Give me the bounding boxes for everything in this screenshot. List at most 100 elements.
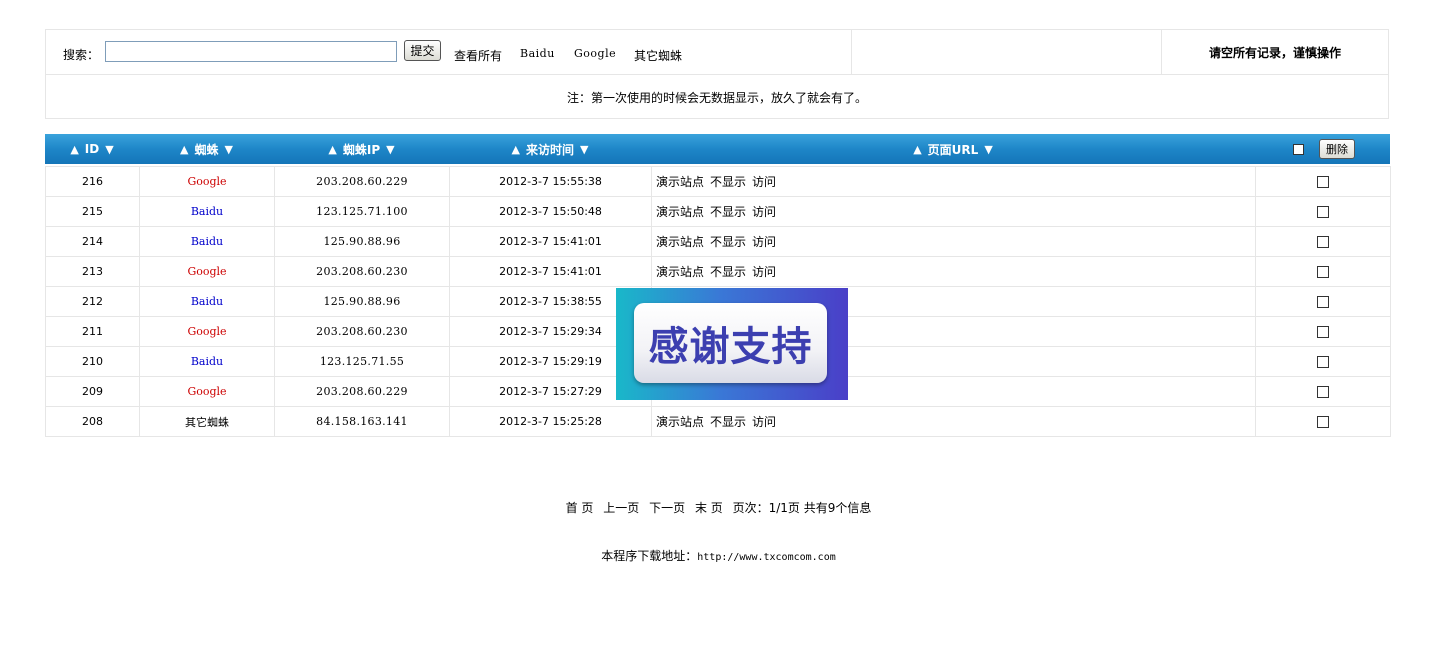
sort-down-icon[interactable]: ▼ bbox=[984, 143, 992, 156]
view-all-link[interactable]: 查看所有 bbox=[454, 47, 502, 64]
cell-spider: Baidu bbox=[139, 196, 275, 227]
row-checkbox[interactable] bbox=[1317, 356, 1329, 368]
site-name: 演示站点 bbox=[656, 265, 705, 279]
cell-id: 208 bbox=[45, 406, 140, 437]
table-header: ▲ ID ▼ ▲ 蜘蛛 ▼ ▲ 蜘蛛IP ▼ ▲ 来访时间 ▼ ▲ 页面URL … bbox=[45, 134, 1390, 164]
sort-up-icon[interactable]: ▲ bbox=[512, 143, 520, 156]
cell-select bbox=[1255, 196, 1391, 227]
sort-down-icon[interactable]: ▼ bbox=[225, 143, 233, 156]
row-checkbox[interactable] bbox=[1317, 386, 1329, 398]
sort-down-icon[interactable]: ▼ bbox=[386, 143, 394, 156]
site-name: 演示站点 bbox=[656, 235, 705, 249]
row-checkbox[interactable] bbox=[1317, 296, 1329, 308]
cell-time: 2012-3-7 15:41:01 bbox=[449, 256, 652, 287]
row-checkbox[interactable] bbox=[1317, 416, 1329, 428]
sort-down-icon[interactable]: ▼ bbox=[580, 143, 588, 156]
select-all-checkbox[interactable] bbox=[1293, 144, 1304, 155]
google-filter-link[interactable]: Google bbox=[574, 47, 616, 60]
row-checkbox[interactable] bbox=[1317, 206, 1329, 218]
site-name: 演示站点 bbox=[656, 175, 705, 189]
hide-link[interactable]: 不显示 bbox=[710, 175, 746, 189]
cell-spider: Google bbox=[139, 166, 275, 197]
cell-time: 2012-3-7 15:50:48 bbox=[449, 196, 652, 227]
sort-up-icon[interactable]: ▲ bbox=[70, 143, 78, 156]
cell-ip: 125.90.88.96 bbox=[274, 286, 450, 317]
header-id[interactable]: ▲ ID ▼ bbox=[45, 134, 139, 164]
cell-select bbox=[1255, 286, 1391, 317]
cell-ip: 203.208.60.229 bbox=[274, 376, 450, 407]
visit-link[interactable]: 访问 bbox=[752, 265, 776, 279]
cell-select bbox=[1255, 226, 1391, 257]
cell-id: 216 bbox=[45, 166, 140, 197]
first-page-link[interactable]: 首 页 bbox=[566, 501, 594, 515]
other-spider-filter-link[interactable]: 其它蜘蛛 bbox=[634, 47, 682, 64]
header-page-url[interactable]: ▲ 页面URL ▼ bbox=[651, 134, 1255, 164]
search-input[interactable] bbox=[105, 41, 397, 62]
next-page-link[interactable]: 下一页 bbox=[649, 501, 685, 515]
filter-panel: 搜索： 提交 查看所有 Baidu Google 其它蜘蛛 请空所有记录，谨慎操… bbox=[45, 29, 1389, 119]
cell-select bbox=[1255, 166, 1391, 197]
cell-spider: Google bbox=[139, 256, 275, 287]
row-checkbox[interactable] bbox=[1317, 176, 1329, 188]
cell-spider: Baidu bbox=[139, 346, 275, 377]
header-visit-time[interactable]: ▲ 来访时间 ▼ bbox=[449, 134, 651, 164]
sort-up-icon[interactable]: ▲ bbox=[328, 143, 336, 156]
cell-select bbox=[1255, 256, 1391, 287]
download-label: 本程序下载地址： bbox=[601, 549, 698, 563]
cell-spider: Baidu bbox=[139, 226, 275, 257]
sort-up-icon[interactable]: ▲ bbox=[913, 143, 921, 156]
clear-all-link[interactable]: 请空所有记录，谨慎操作 bbox=[1162, 30, 1388, 74]
cell-ip: 203.208.60.229 bbox=[274, 166, 450, 197]
cell-id: 211 bbox=[45, 316, 140, 347]
table-row: 216 Google 203.208.60.229 2012-3-7 15:55:38… bbox=[45, 166, 1391, 197]
cell-id: 213 bbox=[45, 256, 140, 287]
site-name: 演示站点 bbox=[656, 415, 705, 429]
visit-link[interactable]: 访问 bbox=[752, 205, 776, 219]
hide-link[interactable]: 不显示 bbox=[710, 415, 746, 429]
header-spider-ip[interactable]: ▲ 蜘蛛IP ▼ bbox=[274, 134, 449, 164]
table-row: 208 其它蜘蛛 84.158.163.141 2012-3-7 15:25:28 演示… bbox=[45, 406, 1391, 437]
last-page-link[interactable]: 末 页 bbox=[695, 501, 723, 515]
cell-time: 2012-3-7 15:25:28 bbox=[449, 406, 652, 437]
visit-link[interactable]: 访问 bbox=[752, 175, 776, 189]
pagination: 首 页 上一页 下一页 末 页 页次：1/1页 共有9个信息 bbox=[0, 499, 1437, 516]
delete-button[interactable]: 删除 bbox=[1319, 139, 1355, 159]
hide-link[interactable]: 不显示 bbox=[710, 235, 746, 249]
cell-id: 209 bbox=[45, 376, 140, 407]
header-spider[interactable]: ▲ 蜘蛛 ▼ bbox=[139, 134, 274, 164]
row-checkbox[interactable] bbox=[1317, 326, 1329, 338]
cell-url: 演示站点 不显示 访问 bbox=[651, 196, 1256, 227]
download-url-link[interactable]: http://www.txcomcom.com bbox=[697, 552, 835, 563]
cell-ip: 203.208.60.230 bbox=[274, 316, 450, 347]
cell-ip: 84.158.163.141 bbox=[274, 406, 450, 437]
cell-select bbox=[1255, 376, 1391, 407]
table-row: 215 Baidu 123.125.71.100 2012-3-7 15:50:48 演… bbox=[45, 196, 1391, 227]
cell-select bbox=[1255, 316, 1391, 347]
row-checkbox[interactable] bbox=[1317, 236, 1329, 248]
sort-up-icon[interactable]: ▲ bbox=[180, 143, 188, 156]
search-cell: 搜索： 提交 查看所有 Baidu Google 其它蜘蛛 bbox=[46, 30, 852, 74]
cell-ip: 123.125.71.100 bbox=[274, 196, 450, 227]
cell-spider: Google bbox=[139, 376, 275, 407]
thanks-overlay: 感谢支持 bbox=[616, 288, 848, 400]
cell-spider: 其它蜘蛛 bbox=[139, 406, 275, 437]
site-name: 演示站点 bbox=[656, 205, 705, 219]
cell-time: 2012-3-7 15:55:38 bbox=[449, 166, 652, 197]
sort-down-icon[interactable]: ▼ bbox=[105, 143, 113, 156]
visit-link[interactable]: 访问 bbox=[752, 415, 776, 429]
cell-ip: 203.208.60.230 bbox=[274, 256, 450, 287]
cell-url: 演示站点 不显示 访问 bbox=[651, 406, 1256, 437]
baidu-filter-link[interactable]: Baidu bbox=[520, 47, 555, 60]
visit-link[interactable]: 访问 bbox=[752, 235, 776, 249]
filter-row: 搜索： 提交 查看所有 Baidu Google 其它蜘蛛 请空所有记录，谨慎操… bbox=[46, 30, 1388, 75]
hide-link[interactable]: 不显示 bbox=[710, 265, 746, 279]
footer: 本程序下载地址：http://www.txcomcom.com bbox=[0, 547, 1437, 564]
prev-page-link[interactable]: 上一页 bbox=[603, 501, 639, 515]
submit-button[interactable]: 提交 bbox=[404, 40, 441, 61]
usage-note: 注：第一次使用的时候会无数据显示，放久了就会有了。 bbox=[566, 90, 867, 105]
thanks-text: 感谢支持 bbox=[648, 324, 813, 370]
hide-link[interactable]: 不显示 bbox=[710, 205, 746, 219]
cell-ip: 125.90.88.96 bbox=[274, 226, 450, 257]
cell-id: 210 bbox=[45, 346, 140, 377]
row-checkbox[interactable] bbox=[1317, 266, 1329, 278]
